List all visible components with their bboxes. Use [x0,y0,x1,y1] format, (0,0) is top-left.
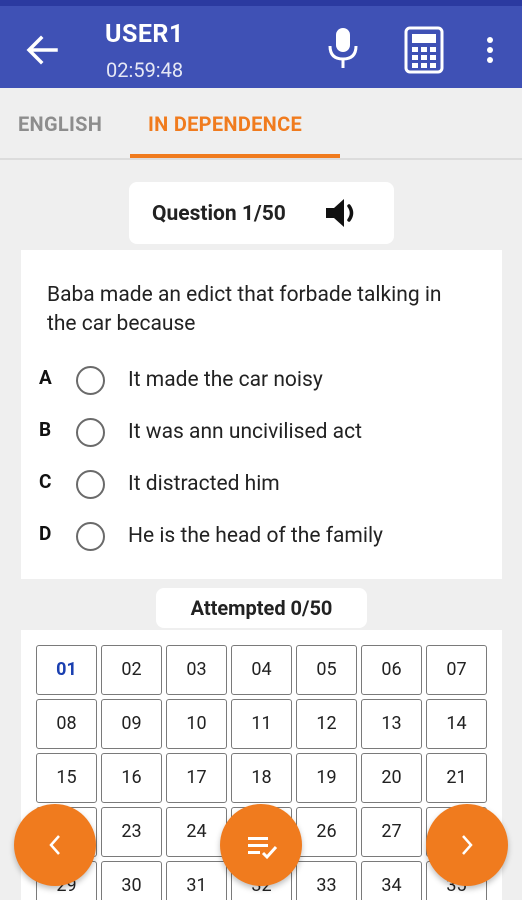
active-tab-indicator [130,154,340,158]
question-number-cell[interactable]: 31 [166,861,227,900]
question-number-cell[interactable]: 10 [166,699,227,749]
question-number-cell[interactable]: 09 [101,699,162,749]
option-text: It made the car noisy [128,368,323,392]
question-number-cell[interactable]: 03 [166,645,227,695]
question-number-cell[interactable]: 12 [296,699,357,749]
speaker-icon[interactable] [324,196,362,230]
question-number-cell[interactable]: 17 [166,753,227,803]
question-number-cell[interactable]: 27 [361,807,422,857]
question-counter-pill: Question 1/50 [129,182,394,244]
question-number-cell[interactable]: 20 [361,753,422,803]
question-card: Baba made an edict that forbade talking … [21,250,502,579]
option-a[interactable]: A It made the car noisy [21,362,502,402]
radio-button[interactable] [76,522,105,551]
question-number-cell[interactable]: 07 [426,645,487,695]
microphone-icon[interactable] [326,26,360,70]
subject-tabs: ENGLISH IN DEPENDENCE [0,88,522,160]
option-letter: A [39,366,52,389]
question-number-cell[interactable]: 21 [426,753,487,803]
tab-english[interactable]: ENGLISH [18,112,102,136]
option-text: He is the head of the family [128,524,383,548]
question-number-cell[interactable]: 33 [296,861,357,900]
question-number-cell[interactable]: 23 [101,807,162,857]
option-letter: D [39,522,52,545]
next-button[interactable] [426,804,508,886]
option-letter: C [39,470,52,493]
question-number-cell[interactable]: 15 [36,753,97,803]
question-number-cell[interactable]: 06 [361,645,422,695]
option-text: It was ann uncivilised act [128,420,362,444]
arrow-back-icon[interactable] [22,30,62,70]
tab-in-dependence[interactable]: IN DEPENDENCE [148,112,302,136]
question-number-cell[interactable]: 26 [296,807,357,857]
option-b[interactable]: B It was ann uncivilised act [21,414,502,454]
radio-button[interactable] [76,470,105,499]
review-list-button[interactable] [220,804,302,886]
question-number-cell[interactable]: 13 [361,699,422,749]
question-number-cell[interactable]: 14 [426,699,487,749]
question-number-cell[interactable]: 30 [101,861,162,900]
option-d[interactable]: D He is the head of the family [21,518,502,558]
previous-button[interactable] [14,804,96,886]
question-number-cell[interactable]: 04 [231,645,292,695]
chevron-right-icon [462,835,473,855]
question-number-cell[interactable]: 18 [231,753,292,803]
calculator-icon[interactable] [404,26,444,74]
countdown-timer: 02:59:48 [106,58,184,82]
user-name: USER1 [105,20,184,49]
chevron-left-icon [49,835,60,855]
playlist-check-icon [248,837,278,860]
question-number-cell[interactable]: 08 [36,699,97,749]
radio-button[interactable] [76,366,105,395]
question-number-cell[interactable]: 01 [36,645,97,695]
question-number-cell[interactable]: 11 [231,699,292,749]
attempted-counter: Attempted 0/50 [156,588,367,628]
radio-button[interactable] [76,418,105,447]
question-number-cell[interactable]: 16 [101,753,162,803]
app-bar: USER1 02:59:48 [0,6,522,88]
question-number-cell[interactable]: 05 [296,645,357,695]
question-number-cell[interactable]: 34 [361,861,422,900]
question-number-cell[interactable]: 02 [101,645,162,695]
question-number-cell[interactable]: 24 [166,807,227,857]
option-c[interactable]: C It distracted him [21,466,502,506]
more-vert-icon[interactable] [480,34,500,66]
option-letter: B [39,418,52,441]
option-text: It distracted him [128,472,280,496]
question-text: Baba made an edict that forbade talking … [47,283,442,336]
question-number-cell[interactable]: 19 [296,753,357,803]
question-counter: Question 1/50 [152,202,286,226]
